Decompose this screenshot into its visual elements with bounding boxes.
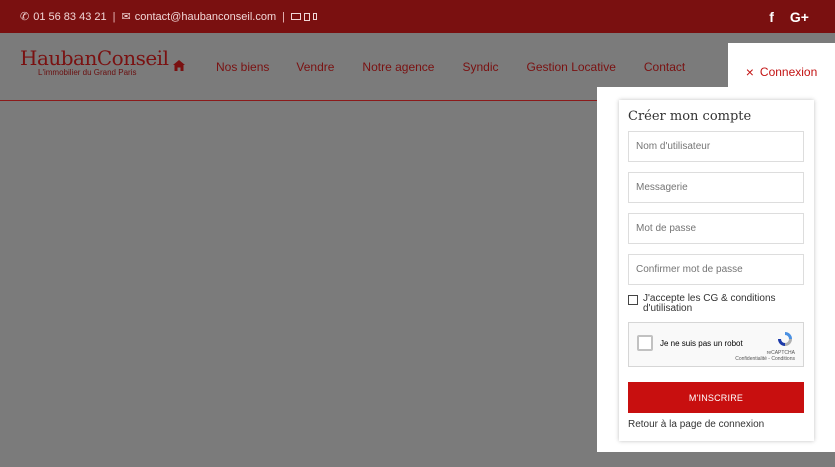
close-icon: × (745, 63, 754, 80)
desktop-icon (290, 13, 301, 20)
nav-item-notre-agence[interactable]: Notre agence (362, 60, 434, 74)
email-link[interactable]: contact@haubanconseil.com (135, 11, 276, 23)
recaptcha-widget: Je ne suis pas un robot reCAPTCHA Confid… (628, 322, 804, 367)
confirm-password-input[interactable] (628, 254, 804, 285)
terms-checkbox[interactable] (628, 295, 638, 305)
captcha-checkbox[interactable] (637, 335, 653, 351)
social-links: f G+ (769, 0, 809, 33)
top-bar: ✆ 01 56 83 43 21 | ✉ contact@haubanconse… (0, 0, 835, 33)
username-input[interactable] (628, 131, 804, 162)
envelope-icon: ✉ (121, 11, 131, 23)
logo-name: HaubanConseil (20, 46, 169, 70)
home-icon[interactable] (173, 60, 185, 74)
google-plus-icon[interactable]: G+ (790, 9, 809, 25)
password-input[interactable] (628, 213, 804, 244)
nav-item-gestion-locative[interactable]: Gestion Locative (527, 60, 616, 74)
connexion-label: Connexion (759, 64, 818, 79)
captcha-links[interactable]: Confidentialité - Conditions (735, 356, 795, 362)
form-title: Créer mon compte (628, 109, 752, 124)
register-button[interactable]: M'INSCRIRE (628, 382, 804, 413)
recaptcha-logo-icon (778, 332, 792, 346)
back-to-login-link[interactable]: Retour à la page de connexion (628, 419, 764, 430)
terms-label: J'accepte les CG & conditions d'utilisat… (643, 294, 776, 314)
separator: | (282, 10, 285, 23)
terms-checkbox-row[interactable]: J'accepte les CG & conditions d'utilisat… (628, 294, 776, 314)
nav-item-nos-biens[interactable]: Nos biens (216, 60, 269, 74)
facebook-icon[interactable]: f (769, 9, 774, 25)
captcha-label: Je ne suis pas un robot (660, 339, 743, 348)
tablet-icon (303, 12, 310, 21)
phone-device-icon (312, 13, 317, 20)
register-form: Créer mon compte J'accepte les CG & cond… (619, 100, 814, 441)
nav-item-syndic[interactable]: Syndic (462, 60, 498, 74)
nav-item-contact[interactable]: Contact (644, 60, 685, 74)
captcha-brand: reCAPTCHA Confidentialité - Conditions (735, 350, 795, 362)
site-logo[interactable]: HaubanConseil L'immobilier du Grand Pari… (20, 46, 169, 77)
phone-icon: ✆ (20, 11, 30, 23)
terms-label-line2: d'utilisation (643, 303, 693, 314)
phone-number[interactable]: 01 56 83 43 21 (33, 11, 106, 23)
separator: | (112, 10, 116, 23)
device-icons (290, 12, 317, 21)
contact-info: ✆ 01 56 83 43 21 | ✉ contact@haubanconse… (20, 10, 317, 23)
nav-item-vendre[interactable]: Vendre (296, 60, 334, 74)
email-input[interactable] (628, 172, 804, 203)
